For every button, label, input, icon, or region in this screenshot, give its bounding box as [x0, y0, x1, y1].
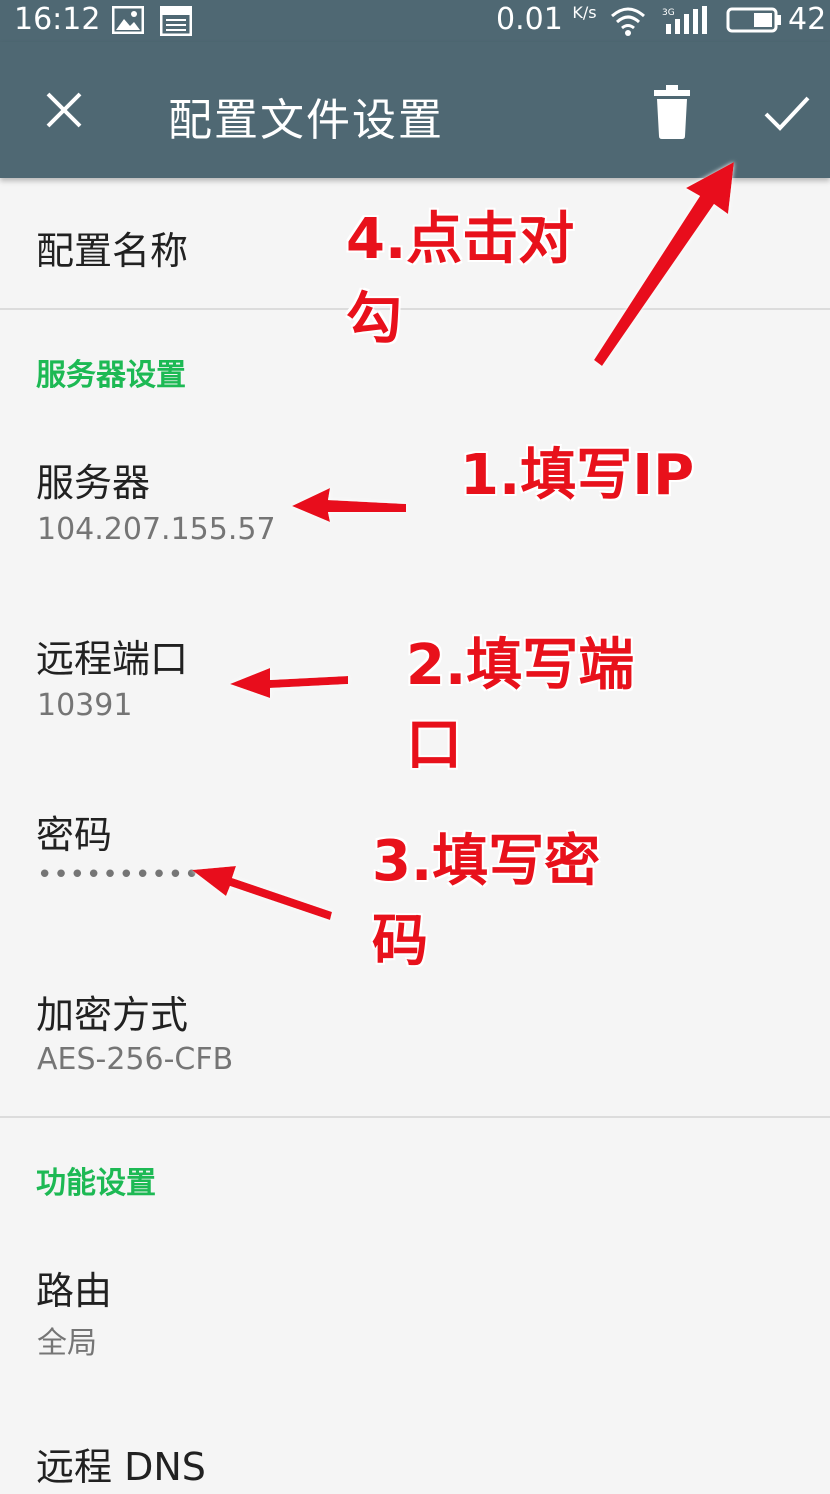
delete-button[interactable] — [646, 82, 698, 142]
pref-label: 路由 — [36, 1269, 113, 1313]
settings-list: 配置名称 服务器设置 服务器 104.207.155.57 远程端口 10391… — [0, 178, 830, 1494]
status-bar: 16:12 0.01 K/s 3G 42 — [0, 0, 830, 42]
pref-encryption[interactable]: 加密方式 AES-256-CFB — [0, 954, 830, 1114]
pref-value: AES-256-CFB — [37, 1042, 234, 1077]
pref-label: 加密方式 — [36, 993, 189, 1037]
pref-value: 全局 — [37, 1326, 97, 1361]
category-features: 功能设置 — [36, 1166, 156, 1201]
divider — [0, 1116, 830, 1118]
pref-route[interactable]: 路由 全局 — [0, 1234, 830, 1384]
divider — [0, 308, 830, 310]
pref-remote-dns[interactable]: 远程 DNS — [0, 1414, 830, 1494]
pref-profile-name[interactable]: 配置名称 — [0, 178, 830, 308]
save-button[interactable] — [756, 82, 816, 142]
net-speed: 0.01 K/s — [496, 2, 597, 37]
status-time: 16:12 — [14, 2, 101, 37]
battery-icon — [726, 6, 782, 42]
pref-value: 104.207.155.57 — [37, 512, 276, 547]
trash-icon — [654, 85, 690, 139]
check-icon — [764, 96, 810, 131]
pref-label: 服务器 — [36, 461, 151, 505]
pref-value: ••••••••••• — [37, 860, 217, 890]
category-server: 服务器设置 — [36, 358, 186, 393]
pref-label: 配置名称 — [36, 229, 189, 273]
battery-percent: 42 — [788, 2, 827, 37]
pref-value: 10391 — [37, 688, 133, 723]
wifi-icon — [610, 6, 646, 44]
svg-text:3G: 3G — [662, 8, 675, 18]
news-icon — [159, 5, 193, 44]
toolbar: 配置文件设置 — [0, 42, 830, 178]
pref-server[interactable]: 服务器 104.207.155.57 — [0, 418, 830, 568]
page-title: 配置文件设置 — [168, 95, 444, 146]
close-button[interactable] — [34, 80, 94, 140]
pref-label: 远程端口 — [36, 637, 189, 681]
pref-label: 远程 DNS — [36, 1445, 206, 1489]
3g-signal-icon: 3G — [662, 6, 710, 44]
close-icon — [46, 92, 82, 128]
image-icon — [111, 5, 145, 42]
pref-label: 密码 — [36, 813, 113, 857]
pref-password[interactable]: 密码 ••••••••••• — [0, 774, 830, 924]
pref-remote-port[interactable]: 远程端口 10391 — [0, 598, 830, 748]
